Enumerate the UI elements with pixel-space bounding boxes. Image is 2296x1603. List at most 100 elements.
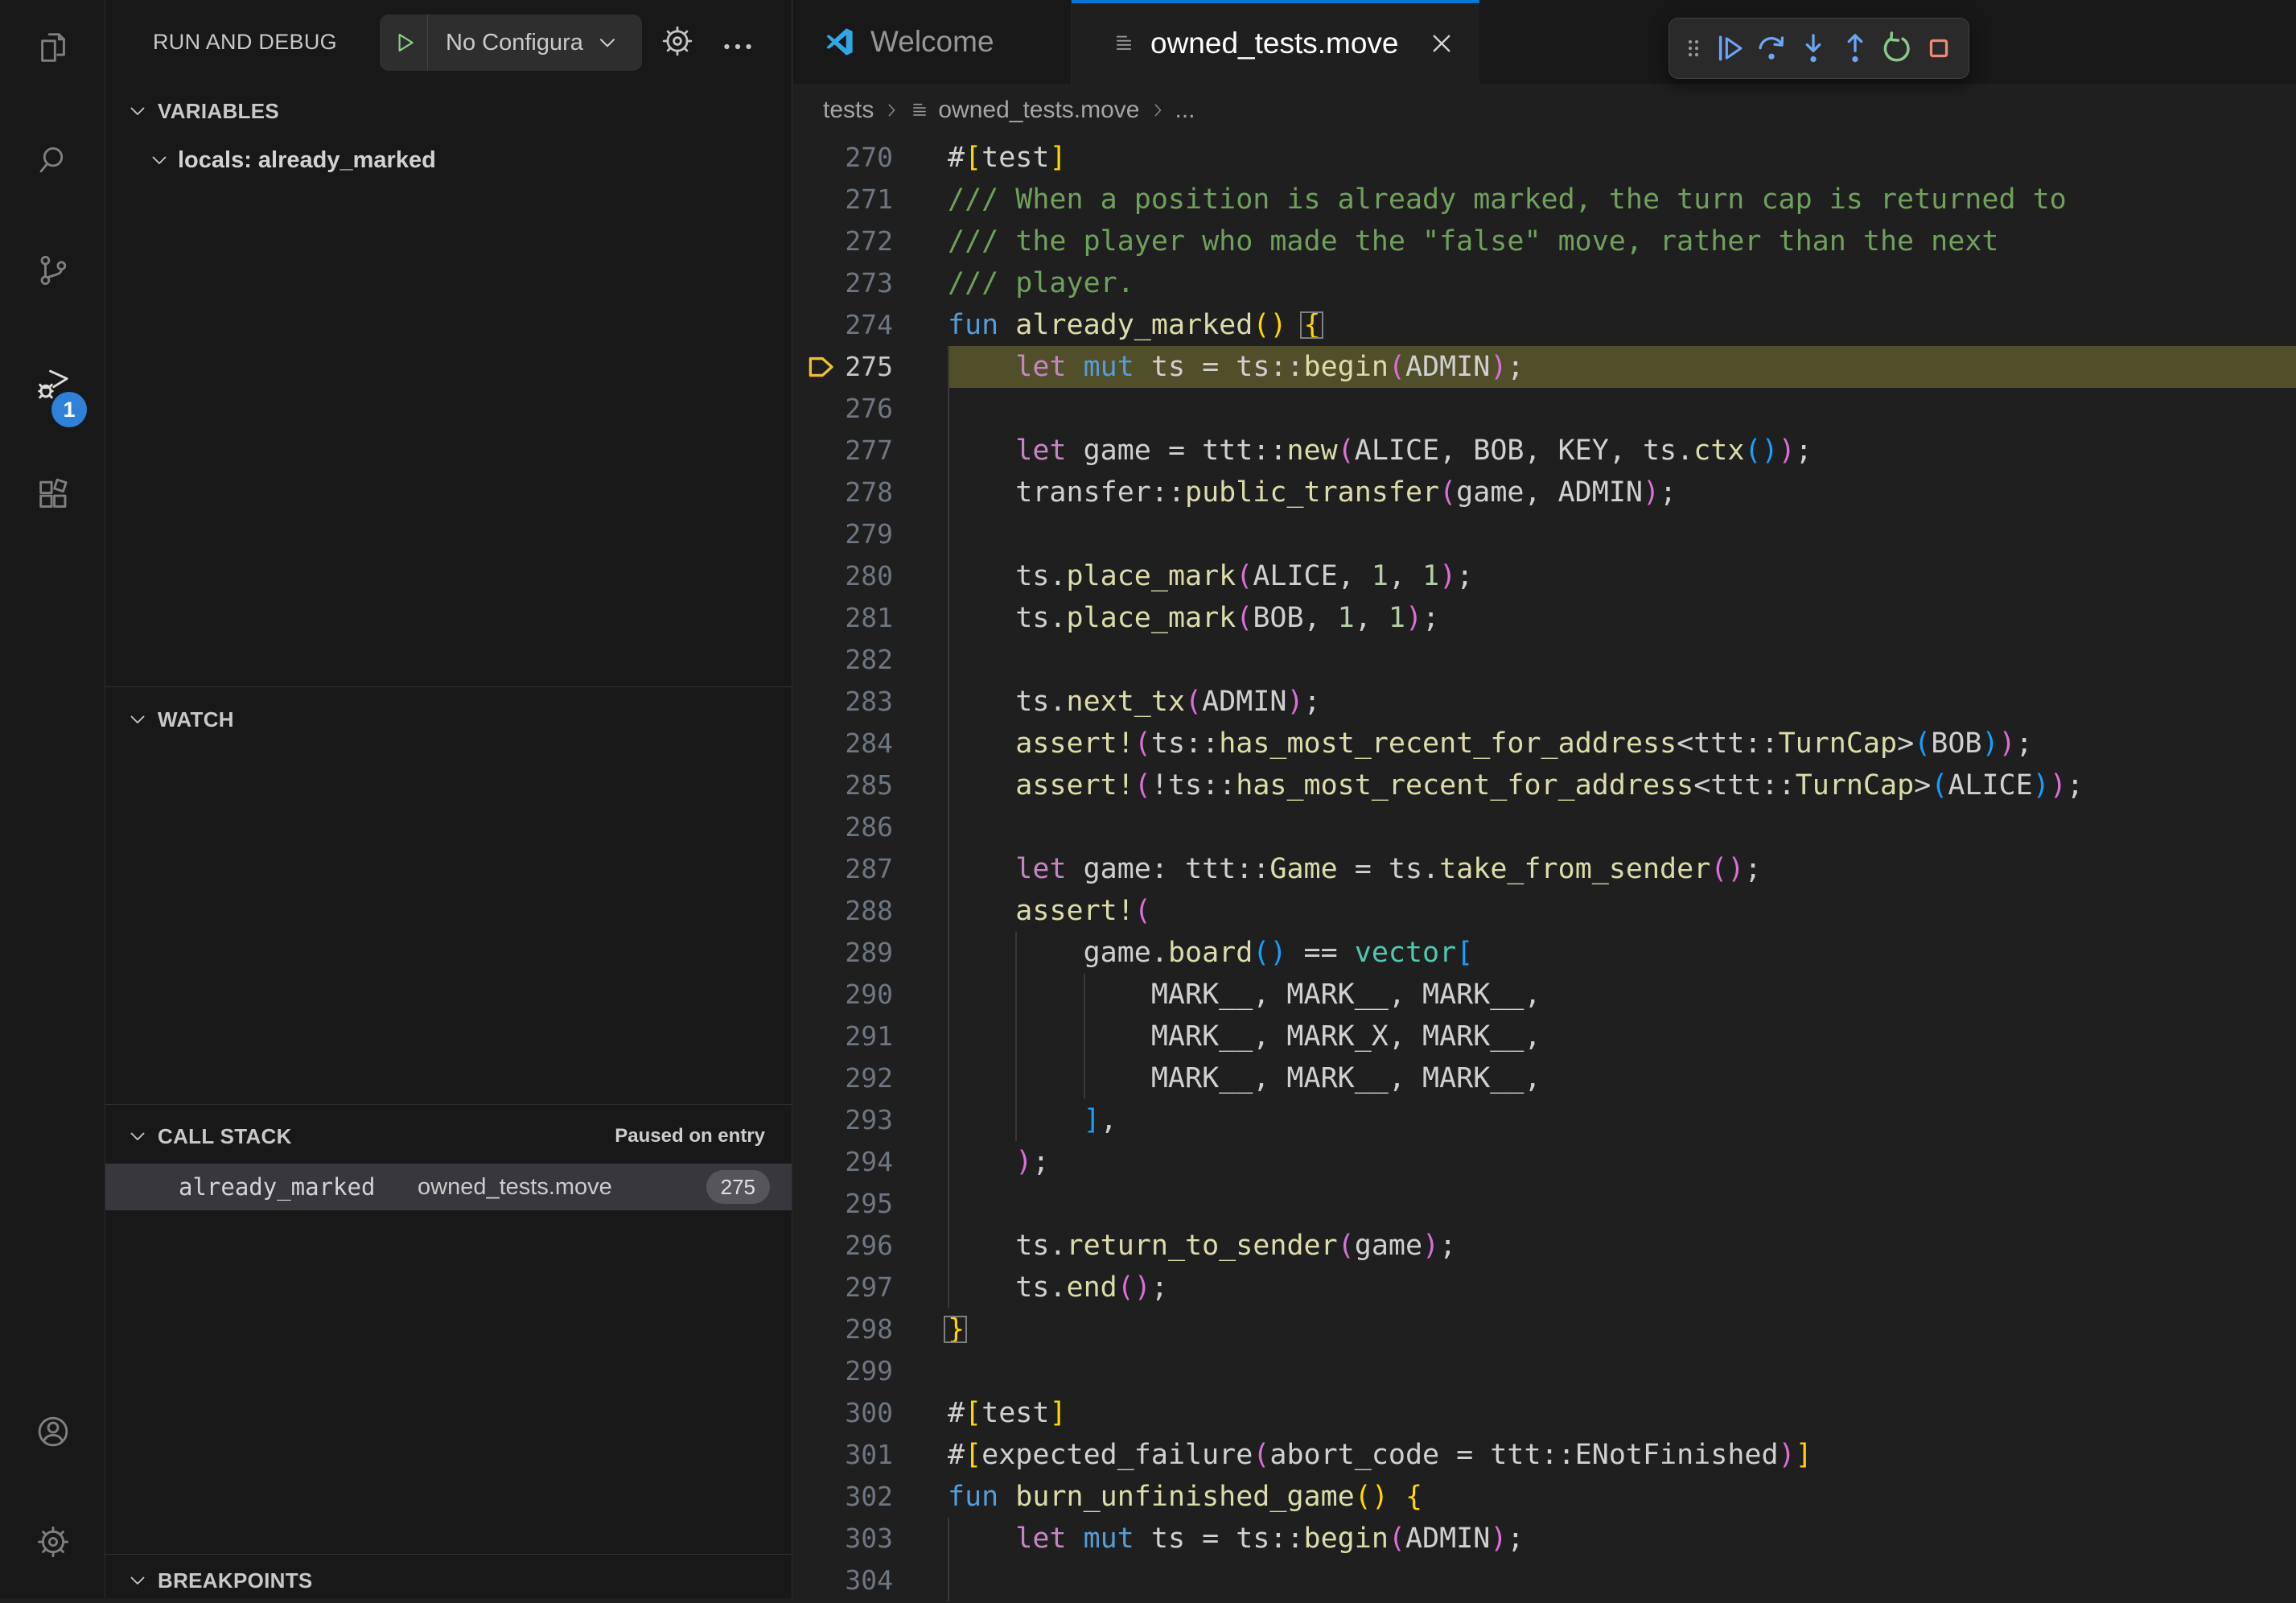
chevron-down-icon[interactable] bbox=[147, 148, 171, 172]
continue-icon[interactable] bbox=[1711, 30, 1748, 67]
stop-icon[interactable] bbox=[1920, 30, 1957, 67]
code-line-300[interactable]: 300#[test] bbox=[793, 1392, 2296, 1434]
code-text[interactable]: fun already_marked() { bbox=[948, 304, 2296, 346]
debug-configuration-dropdown[interactable]: No Configura bbox=[380, 14, 642, 71]
code-editor[interactable]: 270#[test]271/// When a position is alre… bbox=[793, 137, 2296, 1598]
line-number[interactable]: 298 bbox=[793, 1308, 893, 1350]
gutter[interactable]: 280 bbox=[793, 555, 893, 597]
gutter[interactable]: 294 bbox=[793, 1141, 893, 1183]
code-text[interactable]: /// the player who made the "false" move… bbox=[948, 220, 2296, 262]
restart-icon[interactable] bbox=[1878, 30, 1915, 67]
code-text[interactable]: game.board() == vector[ bbox=[948, 932, 2296, 974]
code-line-303[interactable]: 303 let mut ts = ts::begin(ADMIN); bbox=[793, 1518, 2296, 1560]
line-number[interactable]: 276 bbox=[793, 388, 893, 430]
step-into-icon[interactable] bbox=[1795, 30, 1832, 67]
code-line-298[interactable]: 298} bbox=[793, 1308, 2296, 1350]
line-number[interactable]: 291 bbox=[793, 1016, 893, 1057]
code-line-284[interactable]: 284 assert!(ts::has_most_recent_for_addr… bbox=[793, 723, 2296, 764]
drag-handle-icon[interactable] bbox=[1681, 30, 1706, 67]
line-number[interactable]: 280 bbox=[793, 555, 893, 597]
start-debugging-icon[interactable] bbox=[380, 14, 428, 71]
code-text[interactable]: ts.place_mark(BOB, 1, 1); bbox=[948, 597, 2296, 639]
gutter[interactable]: 275 bbox=[793, 346, 893, 388]
code-line-301[interactable]: 301#[expected_failure(abort_code = ttt::… bbox=[793, 1434, 2296, 1476]
line-number[interactable]: 274 bbox=[793, 304, 893, 346]
breadcrumb-item[interactable]: ... bbox=[1175, 97, 1195, 124]
code-text[interactable]: ts.return_to_sender(game); bbox=[948, 1225, 2296, 1267]
chevron-down-icon[interactable] bbox=[125, 1568, 150, 1593]
line-number[interactable]: 304 bbox=[793, 1560, 893, 1601]
code-line-299[interactable]: 299 bbox=[793, 1350, 2296, 1392]
code-line-280[interactable]: 280 ts.place_mark(ALICE, 1, 1); bbox=[793, 555, 2296, 597]
chevron-down-icon[interactable] bbox=[125, 1124, 150, 1148]
gutter[interactable]: 297 bbox=[793, 1267, 893, 1308]
code-line-281[interactable]: 281 ts.place_mark(BOB, 1, 1); bbox=[793, 597, 2296, 639]
code-line-277[interactable]: 277 let game = ttt::new(ALICE, BOB, KEY,… bbox=[793, 430, 2296, 472]
gutter[interactable]: 279 bbox=[793, 513, 893, 555]
code-text[interactable] bbox=[948, 1560, 2296, 1601]
code-text[interactable] bbox=[948, 1350, 2296, 1392]
code-text[interactable]: ); bbox=[948, 1141, 2296, 1183]
code-line-275[interactable]: 275 let mut ts = ts::begin(ADMIN); bbox=[793, 346, 2296, 388]
line-number[interactable]: 281 bbox=[793, 597, 893, 639]
code-line-285[interactable]: 285 assert!(!ts::has_most_recent_for_add… bbox=[793, 764, 2296, 806]
extensions-icon[interactable] bbox=[0, 473, 105, 518]
code-text[interactable]: } bbox=[948, 1308, 2296, 1350]
settings-icon[interactable] bbox=[0, 1519, 105, 1564]
gutter[interactable]: 286 bbox=[793, 806, 893, 848]
configure-gear-icon[interactable] bbox=[660, 23, 697, 60]
gutter[interactable]: 270 bbox=[793, 137, 893, 179]
line-number[interactable]: 278 bbox=[793, 472, 893, 513]
gutter[interactable]: 288 bbox=[793, 890, 893, 932]
code-text[interactable]: MARK__, MARK__, MARK__, bbox=[948, 1057, 2296, 1099]
chevron-down-icon[interactable] bbox=[125, 707, 150, 731]
line-number[interactable]: 284 bbox=[793, 723, 893, 764]
code-text[interactable]: let game: ttt::Game = ts.take_from_sende… bbox=[948, 848, 2296, 890]
code-text[interactable]: let game = ttt::new(ALICE, BOB, KEY, ts.… bbox=[948, 430, 2296, 472]
line-number[interactable]: 297 bbox=[793, 1267, 893, 1308]
line-number[interactable]: 285 bbox=[793, 764, 893, 806]
breadcrumb-item[interactable]: owned_tests.move bbox=[938, 97, 1139, 124]
gutter[interactable]: 300 bbox=[793, 1392, 893, 1434]
code-text[interactable]: MARK__, MARK__, MARK__, bbox=[948, 974, 2296, 1016]
gutter[interactable]: 289 bbox=[793, 932, 893, 974]
code-text[interactable]: transfer::public_transfer(game, ADMIN); bbox=[948, 472, 2296, 513]
code-line-295[interactable]: 295 bbox=[793, 1183, 2296, 1225]
tab-welcome[interactable]: Welcome bbox=[793, 0, 1072, 84]
code-line-274[interactable]: 274 fun already_marked() { bbox=[793, 304, 2296, 346]
section-watch[interactable]: WATCH bbox=[105, 697, 792, 742]
gutter[interactable]: 296 bbox=[793, 1225, 893, 1267]
line-number[interactable]: 295 bbox=[793, 1183, 893, 1225]
code-line-283[interactable]: 283 ts.next_tx(ADMIN); bbox=[793, 681, 2296, 723]
line-number[interactable]: 300 bbox=[793, 1392, 893, 1434]
line-number[interactable]: 290 bbox=[793, 974, 893, 1016]
code-text[interactable]: ts.end(); bbox=[948, 1267, 2296, 1308]
code-line-292[interactable]: 292 MARK__, MARK__, MARK__, bbox=[793, 1057, 2296, 1099]
call-stack-frame[interactable]: already_markedowned_tests.move275 bbox=[105, 1164, 792, 1210]
code-line-279[interactable]: 279 bbox=[793, 513, 2296, 555]
line-number[interactable]: 277 bbox=[793, 430, 893, 472]
code-line-291[interactable]: 291 MARK__, MARK_X, MARK__, bbox=[793, 1016, 2296, 1057]
line-number[interactable]: 296 bbox=[793, 1225, 893, 1267]
line-number[interactable]: 288 bbox=[793, 890, 893, 932]
breadcrumb-item[interactable]: tests bbox=[823, 97, 874, 124]
gutter[interactable]: 301 bbox=[793, 1434, 893, 1476]
search-icon[interactable] bbox=[0, 138, 105, 183]
code-line-304[interactable]: 304 bbox=[793, 1560, 2296, 1601]
code-line-302[interactable]: 302fun burn_unfinished_game() { bbox=[793, 1476, 2296, 1518]
gutter[interactable]: 292 bbox=[793, 1057, 893, 1099]
code-text[interactable] bbox=[948, 806, 2296, 848]
run-and-debug-icon[interactable] bbox=[0, 362, 105, 407]
code-text[interactable] bbox=[948, 639, 2296, 681]
gutter[interactable]: 281 bbox=[793, 597, 893, 639]
code-line-270[interactable]: 270#[test] bbox=[793, 137, 2296, 179]
code-line-297[interactable]: 297 ts.end(); bbox=[793, 1267, 2296, 1308]
gutter[interactable]: 276 bbox=[793, 388, 893, 430]
gutter[interactable]: 273 bbox=[793, 262, 893, 304]
gutter[interactable]: 302 bbox=[793, 1476, 893, 1518]
code-line-296[interactable]: 296 ts.return_to_sender(game); bbox=[793, 1225, 2296, 1267]
code-line-288[interactable]: 288 assert!( bbox=[793, 890, 2296, 932]
gutter[interactable]: 287 bbox=[793, 848, 893, 890]
line-number[interactable]: 287 bbox=[793, 848, 893, 890]
line-number[interactable]: 293 bbox=[793, 1099, 893, 1141]
